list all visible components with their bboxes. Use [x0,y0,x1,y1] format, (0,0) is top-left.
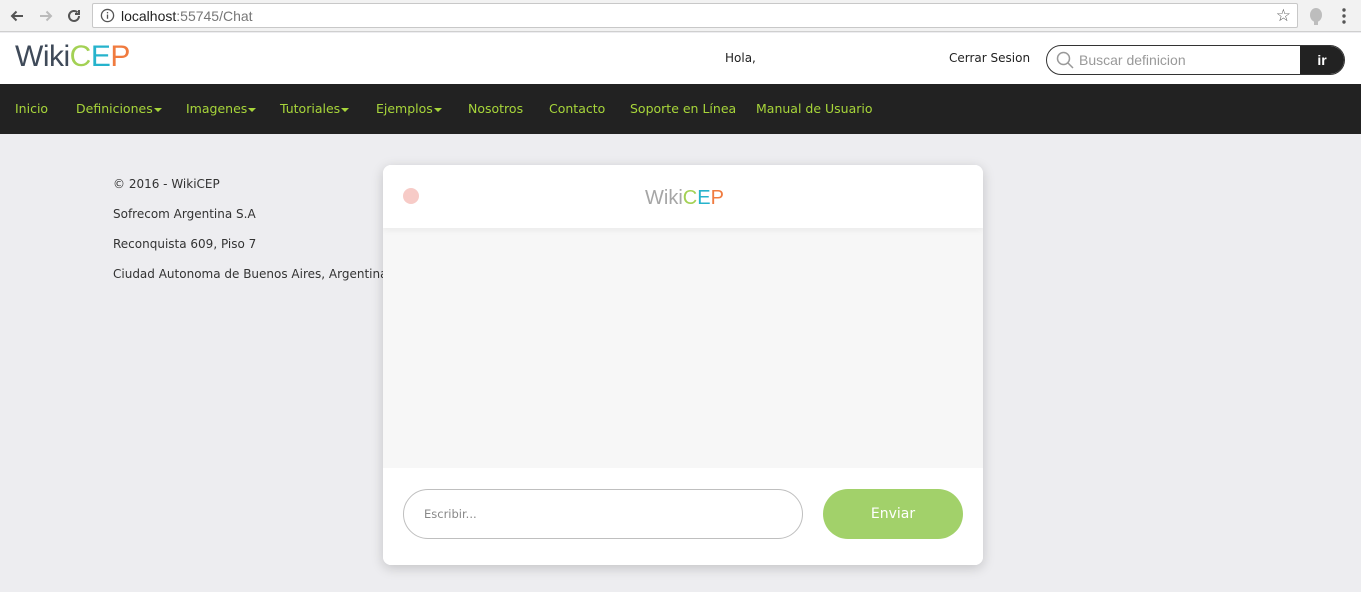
nav-label: Nosotros [468,101,524,116]
caret-down-icon [433,107,442,112]
nav-definiciones[interactable]: Definiciones [76,101,162,116]
nav-contacto[interactable]: Contacto [549,101,605,116]
chat-title-wiki: Wiki [645,187,683,209]
company-city: Ciudad Autonoma de Buenos Aires, Argenti… [113,267,388,281]
search-input[interactable] [1079,46,1301,74]
chat-window: WikiCEP Enviar [383,165,983,565]
nav-label: Imagenes [186,101,248,116]
chat-title: WikiCEP [645,187,724,210]
nav-label: Definiciones [76,101,153,116]
nav-label: Manual de Usuario [756,101,873,116]
caret-down-icon [341,107,350,112]
chat-title-c: C [682,187,698,209]
logout-link[interactable]: Cerrar Sesion [949,51,1030,65]
logo-c: C [69,40,92,73]
site-header: WikiCEP Hola, Cerrar Sesion ir [0,33,1361,84]
browser-toolbar: localhost:55745/Chat ☆ [0,0,1361,32]
nav-nosotros[interactable]: Nosotros [468,101,523,116]
search-button[interactable]: ir [1300,46,1344,74]
nav-label: Inicio [15,101,49,116]
extension-icon[interactable] [1307,6,1325,26]
caret-down-icon [248,107,257,112]
chat-title-e: E [697,187,711,209]
company-name: Sofrecom Argentina S.A [113,207,256,221]
nav-imagenes[interactable]: Imagenes [186,101,257,116]
nav-label: Soporte en Línea [630,101,737,116]
info-icon[interactable] [100,8,115,23]
caret-down-icon [153,107,162,112]
nav-label: Contacto [549,101,606,116]
search-box: ir [1046,45,1345,75]
forward-arrow-icon[interactable] [36,6,56,26]
url-host: localhost [121,8,177,24]
nav-label: Tutoriales [280,101,341,116]
nav-tutoriales[interactable]: Tutoriales [280,101,350,116]
logo-wiki: Wiki [15,40,70,73]
logo-p: P [110,40,130,73]
nav-soporte[interactable]: Soporte en Línea [630,101,736,116]
send-button[interactable]: Enviar [823,489,963,539]
chat-header: WikiCEP [383,165,983,228]
chat-messages-area[interactable] [383,228,983,468]
browser-menu-icon[interactable] [1341,7,1347,25]
logo-e: E [90,40,111,73]
url-text: localhost:55745/Chat [121,8,253,24]
main-navbar: Inicio Definiciones Imagenes Tutoriales … [0,84,1361,134]
url-path: :55745/Chat [176,8,253,24]
site-logo[interactable]: WikiCEP [15,40,130,74]
chat-composer: Enviar [383,468,983,565]
copyright-text: © 2016 - WikiCEP [113,177,220,191]
status-dot-icon [403,188,419,204]
search-icon [1056,51,1074,69]
nav-inicio[interactable]: Inicio [15,101,48,116]
bookmark-star-icon[interactable]: ☆ [1276,6,1291,26]
company-address: Reconquista 609, Piso 7 [113,237,257,251]
nav-label: Ejemplos [376,101,433,116]
message-input[interactable] [403,489,803,539]
nav-ejemplos[interactable]: Ejemplos [376,101,442,116]
greeting-text: Hola, [725,51,756,65]
nav-manual[interactable]: Manual de Usuario [756,101,873,116]
chat-title-p: P [710,187,724,209]
reload-icon[interactable] [64,6,84,26]
back-arrow-icon[interactable] [7,6,27,26]
address-bar[interactable]: localhost:55745/Chat ☆ [92,3,1298,28]
